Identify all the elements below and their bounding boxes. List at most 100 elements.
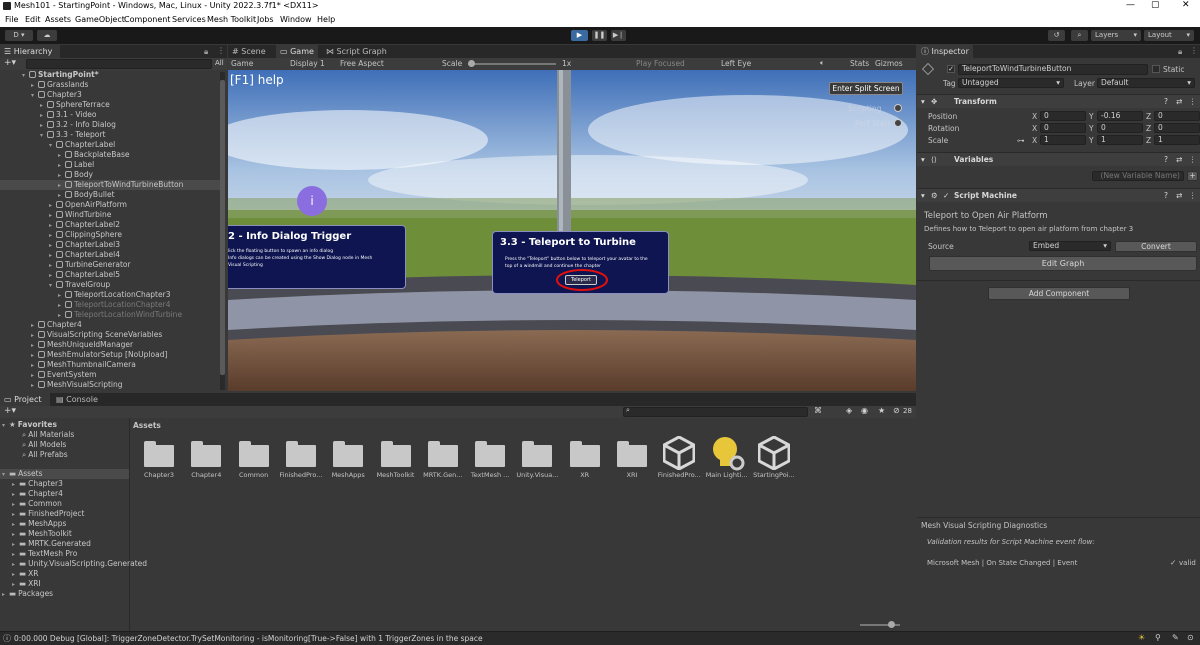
hierarchy-item[interactable]: ▸ Label <box>58 160 94 170</box>
progress-icon[interactable]: ⊙ <box>1187 633 1194 642</box>
transform-more-icon[interactable]: ⋮ <box>1189 97 1197 106</box>
hierarchy-item[interactable]: ▾ Chapter3 <box>31 90 82 100</box>
hierarchy-item[interactable]: ▾ 3.3 - Teleport <box>40 130 105 140</box>
hierarchy-item[interactable]: ▸ VisualScripting SceneVariables <box>31 330 162 340</box>
expanded-arrow-icon[interactable]: ▾ <box>2 470 9 480</box>
hierarchy-item[interactable]: ▸ MeshThumbnailCamera <box>31 360 136 370</box>
tab-game[interactable]: ▭ Game <box>276 45 318 58</box>
project-folder[interactable]: ▸ ▬ Chapter4 <box>12 489 63 499</box>
add-object-button[interactable]: +▾ <box>4 58 16 68</box>
hierarchy-item[interactable]: ▸ TeleportLocationChapter3 <box>58 290 170 300</box>
hierarchy-item[interactable]: ▸ 3.2 - Info Dialog <box>40 120 116 130</box>
close-button[interactable]: ✕ <box>1182 0 1190 10</box>
display-dropdown[interactable]: Display 1 <box>290 59 325 68</box>
packages-folder[interactable]: ▸ ▬ Packages <box>2 589 53 599</box>
constrain-proportions-icon[interactable]: ⊶ <box>1017 136 1025 145</box>
menu-window[interactable]: Window <box>280 15 312 24</box>
transform-position-y-field[interactable]: -0.16 <box>1097 111 1143 121</box>
convert-button[interactable]: Convert <box>1115 241 1197 252</box>
collapsed-arrow-icon[interactable]: ▸ <box>31 381 38 391</box>
enter-split-screen-button[interactable]: Enter Split Screen <box>829 82 903 95</box>
inspector-lock-icon[interactable]: 🔒︎ <box>1178 47 1182 57</box>
x-axis-label[interactable]: X <box>1032 124 1037 133</box>
edit-graph-button[interactable]: Edit Graph <box>929 256 1197 271</box>
asset-item[interactable]: FinishedPro... <box>277 433 325 485</box>
hierarchy-item[interactable]: ▸ ChapterLabel4 <box>49 250 120 260</box>
x-axis-label[interactable]: X <box>1032 136 1037 145</box>
menu-help[interactable]: Help <box>317 15 335 24</box>
asset-item[interactable]: Chapter4 <box>182 433 230 485</box>
search-icon[interactable]: ⌕ <box>1071 30 1088 41</box>
hierarchy-item[interactable]: ▸ TurbineGenerator <box>49 260 131 270</box>
network-icon[interactable]: ⚲ <box>1155 633 1161 642</box>
menu-mesh-toolkit[interactable]: Mesh Toolkit <box>207 15 256 24</box>
project-folder[interactable]: ▸ ▬ MeshApps <box>12 519 66 529</box>
tab-project[interactable]: ▭ Project <box>0 393 50 406</box>
tag-dropdown[interactable]: Untagged ▾ <box>958 78 1064 88</box>
project-folder[interactable]: ▸ ▬ MeshToolkit <box>12 529 72 539</box>
account-dropdown[interactable]: D ▾ <box>5 30 33 41</box>
active-checkbox[interactable]: ✓ <box>947 65 955 73</box>
project-folder[interactable]: ▸ ▬ XRI <box>12 579 41 589</box>
z-axis-label[interactable]: Z <box>1146 112 1151 121</box>
transform-position-z-field[interactable]: 0 <box>1154 111 1200 121</box>
asset-item[interactable]: XR <box>561 433 609 485</box>
minimize-button[interactable]: — <box>1126 0 1135 10</box>
aspect-dropdown[interactable]: Free Aspect <box>340 59 384 68</box>
cloud-icon[interactable]: ☁ <box>37 30 57 41</box>
search-by-label-icon[interactable]: ◈ <box>846 406 852 415</box>
asset-item[interactable]: Unity.Visua... <box>513 433 561 485</box>
layer-dropdown[interactable]: Default ▾ <box>1097 78 1195 88</box>
menu-edit[interactable]: Edit <box>25 15 41 24</box>
menu-file[interactable]: File <box>5 15 18 24</box>
hierarchy-item[interactable]: ▸ WindTurbine <box>49 210 111 220</box>
game-dropdown[interactable]: Game <box>231 59 253 68</box>
tab-inspector[interactable]: ⓘ Inspector <box>917 45 973 58</box>
object-name-field[interactable]: TeleportToWindTurbineButton <box>958 64 1148 75</box>
variables-header[interactable]: ▾ ⟨⟩ Variables ? ⇄ ⋮ <box>917 152 1200 166</box>
collapsed-arrow-icon[interactable]: ▸ <box>2 590 9 600</box>
hierarchy-search-input[interactable] <box>26 59 212 69</box>
asset-item[interactable]: XRI <box>608 433 656 485</box>
static-checkbox[interactable] <box>1152 65 1160 73</box>
expanded-arrow-icon[interactable]: ▾ <box>49 141 56 151</box>
script-machine-checkbox[interactable]: ✓ <box>943 191 949 200</box>
project-folder[interactable]: ▸ ▬ FinishedProject <box>12 509 84 519</box>
favorite-item[interactable]: ⌕ All Models <box>22 440 66 450</box>
hierarchy-item[interactable]: ▸ ClippingSphere <box>49 230 122 240</box>
play-focused-dropdown[interactable]: Play Focused <box>636 59 685 68</box>
y-axis-label[interactable]: Y <box>1089 112 1094 121</box>
hierarchy-item[interactable]: ▸ ChapterLabel3 <box>49 240 120 250</box>
asset-item[interactable]: MRTK.Gen... <box>419 433 467 485</box>
scale-slider[interactable] <box>468 60 556 67</box>
project-folder[interactable]: ▸ ▬ Unity.VisualScripting.Generated <box>12 559 147 569</box>
play-button[interactable]: ▶ <box>571 30 588 41</box>
menu-jobs[interactable]: Jobs <box>257 15 274 24</box>
transform-scale-y-field[interactable]: 1 <box>1097 135 1143 145</box>
hierarchy-item[interactable]: ▸ TeleportLocationWindTurbine <box>58 310 182 320</box>
favorite-item[interactable]: ⌕ All Prefabs <box>22 450 68 460</box>
transform-preset-icon[interactable]: ⇄ <box>1176 97 1182 106</box>
project-folder[interactable]: ▸ ▬ TextMesh Pro <box>12 549 77 559</box>
script-machine-header[interactable]: ▾ ⚙ ✓ Script Machine ? ⇄ ⋮ <box>917 188 1200 202</box>
icon-size-slider[interactable] <box>860 621 900 628</box>
transform-rotation-z-field[interactable]: 0 <box>1154 123 1200 133</box>
z-axis-label[interactable]: Z <box>1146 136 1151 145</box>
variables-help-icon[interactable]: ? <box>1164 155 1168 164</box>
more-options-icon[interactable]: ⋮ <box>217 46 225 55</box>
hierarchy-item[interactable]: ▸ MeshVisualScripting <box>31 380 123 390</box>
variables-preset-icon[interactable]: ⇄ <box>1176 155 1182 164</box>
hierarchy-item[interactable]: ▸ 3.1 - Video <box>40 110 96 120</box>
game-viewport[interactable]: i [F1] help Enter Split Screen Scripting… <box>228 70 916 391</box>
project-folder[interactable]: ▸ ▬ Chapter3 <box>12 479 63 489</box>
add-variable-button[interactable]: + <box>1187 171 1198 181</box>
layers-dropdown[interactable]: Layers ▾ <box>1091 30 1141 41</box>
source-dropdown[interactable]: Embed ▾ <box>1029 241 1111 251</box>
debug-mode-icon[interactable]: ✎ <box>1172 633 1179 642</box>
asset-item[interactable]: FinishedPro... <box>655 433 703 485</box>
step-button[interactable]: ▶❘ <box>611 30 626 41</box>
eye-dropdown[interactable]: Left Eye <box>721 59 751 68</box>
scripting-toggle[interactable] <box>894 104 902 112</box>
gizmos-dropdown[interactable]: Gizmos <box>875 59 903 68</box>
menu-component[interactable]: Component <box>124 15 170 24</box>
